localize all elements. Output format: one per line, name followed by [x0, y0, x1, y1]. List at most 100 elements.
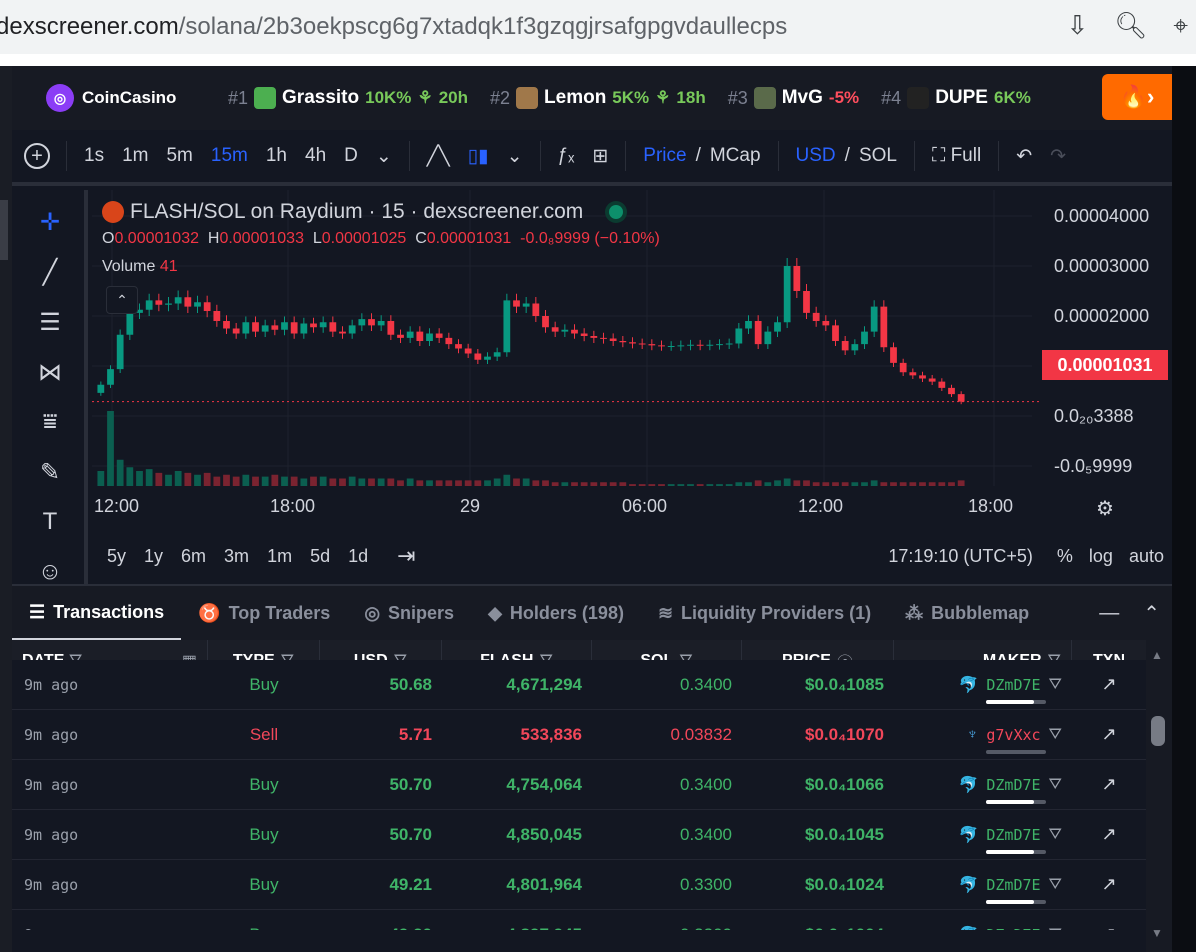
trending-fire-button[interactable]: 🔥›	[1102, 74, 1172, 120]
filter-maker-icon[interactable]: ⛛	[1049, 676, 1062, 694]
tab-holders[interactable]: ◆ Holders (198)	[471, 586, 641, 640]
undo-icon[interactable]: ↶	[1007, 145, 1041, 168]
filter-maker-icon[interactable]: ⛛	[1049, 726, 1062, 744]
zoom-icon[interactable]: 🔍︎	[1114, 10, 1147, 42]
install-app-icon[interactable]: ⇩	[1067, 10, 1089, 42]
row-maker[interactable]: 🐬 DZmD7E ⛛	[894, 660, 1072, 710]
scrollbar-thumb[interactable]	[0, 200, 8, 260]
scrollbar-thumb[interactable]	[1151, 716, 1165, 746]
trendline-icon[interactable]: ╱	[30, 252, 70, 292]
range-5d[interactable]: 5d	[301, 546, 339, 567]
row-maker[interactable]: 🐬 DZmD7E ⛛	[894, 760, 1072, 810]
range-5y[interactable]: 5y	[98, 546, 135, 567]
maker-id[interactable]: DZmD7E	[986, 676, 1047, 704]
open-transaction-icon[interactable]: ↗	[1072, 810, 1146, 860]
horizontal-lines-icon[interactable]: ☰	[30, 302, 70, 342]
function-icon[interactable]: ƒₓ	[549, 145, 584, 167]
filter-maker-icon[interactable]: ⛛	[1049, 776, 1062, 794]
interval-1h[interactable]: 1h	[257, 145, 296, 167]
trending-item[interactable]: #3 MvG -5%	[728, 87, 859, 109]
maker-id[interactable]: DZmD7E	[986, 876, 1047, 904]
range-1m[interactable]: 1m	[258, 546, 301, 567]
chevron-down-icon[interactable]: ⌄	[367, 145, 401, 168]
table-row[interactable]: 9m agoBuy49.204,897,9450.3300$0.0₄1004 🐬 D…	[12, 910, 1146, 930]
volume-bar	[97, 471, 105, 486]
interval-15m[interactable]: 15m	[202, 145, 257, 167]
fullscreen-button[interactable]: ⛶ Full	[923, 145, 990, 167]
table-row[interactable]: 9m ago Buy 50.70 4,850,045 0.3400 $0.0₄1045 🐬 D…	[12, 810, 1146, 860]
open-transaction-icon[interactable]: ↗	[1072, 710, 1146, 760]
date-range-icon[interactable]: ⇥	[397, 543, 415, 569]
trending-item[interactable]: #4 DUPE 6K%	[881, 87, 1031, 109]
interval-5m[interactable]: 5m	[157, 145, 201, 167]
maker-id[interactable]: DZmD7E	[986, 926, 1040, 931]
chevron-down-icon[interactable]: ⌄	[498, 145, 532, 168]
range-1y[interactable]: 1y	[135, 546, 172, 567]
row-maker[interactable]: 🐬 DZmD7E ⛛	[894, 810, 1072, 860]
minimize-icon[interactable]: —	[1099, 602, 1119, 625]
range-3m[interactable]: 3m	[215, 546, 258, 567]
table-row[interactable]: 9m ago Buy 49.21 4,801,964 0.3300 $0.0₄1024 🐬 D…	[12, 860, 1146, 910]
table-row[interactable]: 9m ago Buy 50.70 4,754,064 0.3400 $0.0₄1066 🐬 D…	[12, 760, 1146, 810]
price-toggle[interactable]: Price	[634, 145, 695, 167]
expand-icon[interactable]: ⌃	[1143, 601, 1160, 626]
scroll-down-icon[interactable]: ▼	[1151, 926, 1163, 940]
brush-icon[interactable]: ✎	[30, 452, 70, 492]
interval-D[interactable]: D	[335, 145, 367, 167]
indicator-line-icon[interactable]: ╱╲	[418, 145, 459, 168]
interval-1m[interactable]: 1m	[113, 145, 157, 167]
row-maker[interactable]: 🐬 DZmD7E ⛛	[894, 910, 1072, 931]
candle	[232, 328, 240, 334]
trending-item[interactable]: #2 Lemon 5K% ⚘ 18h	[490, 87, 706, 109]
maker-id[interactable]: DZmD7E	[986, 826, 1047, 854]
scroll-up-icon[interactable]: ▲	[1151, 648, 1163, 662]
filter-maker-icon[interactable]: ⛛	[1049, 826, 1062, 844]
candle	[609, 338, 617, 341]
usd-toggle[interactable]: USD	[787, 145, 845, 167]
table-row[interactable]: 9m ago Buy 50.68 4,671,294 0.3400 $0.0₄1085 🐬 D…	[12, 660, 1146, 710]
location-icon[interactable]: ⌖	[1173, 10, 1188, 42]
interval-4h[interactable]: 4h	[296, 145, 335, 167]
pattern-icon[interactable]: ⋈	[30, 352, 70, 392]
tab-transactions[interactable]: ☰ Transactions	[12, 586, 182, 640]
filter-maker-icon[interactable]: ⛛	[1049, 926, 1062, 931]
price-chart[interactable]: FLASH/SOL on Raydium · 15 · dexscreener.…	[92, 190, 1172, 584]
row-maker[interactable]: ♆ g7vXxc ⛛	[894, 710, 1072, 760]
trending-item[interactable]: #1 Grassito 10K% ⚘ 20h	[228, 87, 468, 109]
auto-scale-toggle[interactable]: auto	[1129, 546, 1164, 567]
tab-snipers[interactable]: ◎ Snipers	[347, 586, 471, 640]
tab-liquidity[interactable]: ≋ Liquidity Providers (1)	[641, 586, 888, 640]
url-field[interactable]: dexscreener.com/solana/2b3oekpscg6g7xtad…	[0, 13, 787, 41]
maker-id[interactable]: g7vXxc	[986, 726, 1047, 754]
fib-icon[interactable]: ⩸	[30, 402, 70, 442]
crosshair-icon[interactable]: ✛	[30, 202, 70, 242]
table-scrollbar[interactable]: ▲ ▼	[1146, 640, 1172, 952]
redo-icon[interactable]: ↷	[1041, 145, 1075, 168]
percent-scale-toggle[interactable]: %	[1057, 546, 1073, 567]
row-maker[interactable]: 🐬 DZmD7E ⛛	[894, 860, 1072, 910]
add-symbol-icon[interactable]: +	[24, 143, 50, 169]
tab-top[interactable]: ♉ Top Traders	[181, 586, 347, 640]
layout-grid-icon[interactable]: ⊞	[583, 145, 617, 168]
candles-icon[interactable]: ▯▮	[459, 145, 498, 168]
collapse-legend-button[interactable]: ⌃	[106, 286, 138, 314]
log-scale-toggle[interactable]: log	[1089, 546, 1113, 567]
chart-settings-icon[interactable]: ⚙	[1096, 496, 1114, 521]
text-tool-icon[interactable]: T	[30, 502, 70, 542]
filter-maker-icon[interactable]: ⛛	[1049, 876, 1062, 894]
sol-toggle[interactable]: SOL	[850, 145, 906, 167]
maker-id[interactable]: DZmD7E	[986, 776, 1047, 804]
candle	[107, 369, 114, 385]
candles-svg[interactable]	[92, 190, 1172, 584]
open-transaction-icon[interactable]: ↗	[1072, 760, 1146, 810]
interval-1s[interactable]: 1s	[75, 145, 113, 167]
coincasino-ad[interactable]: ◎ CoinCasino	[46, 84, 206, 112]
range-1d[interactable]: 1d	[339, 546, 377, 567]
open-transaction-icon[interactable]: ↗	[1072, 860, 1146, 910]
open-transaction-icon[interactable]: ↗	[1072, 660, 1146, 710]
table-row[interactable]: 9m ago Sell 5.71 533,836 0.03832 $0.0₄1070 ♆ g7…	[12, 710, 1146, 760]
tab-bubblemap[interactable]: ⁂ Bubblemap	[888, 586, 1046, 640]
open-transaction-icon[interactable]: ↗	[1072, 910, 1146, 930]
range-6m[interactable]: 6m	[172, 546, 215, 567]
mcap-toggle[interactable]: MCap	[701, 145, 770, 167]
